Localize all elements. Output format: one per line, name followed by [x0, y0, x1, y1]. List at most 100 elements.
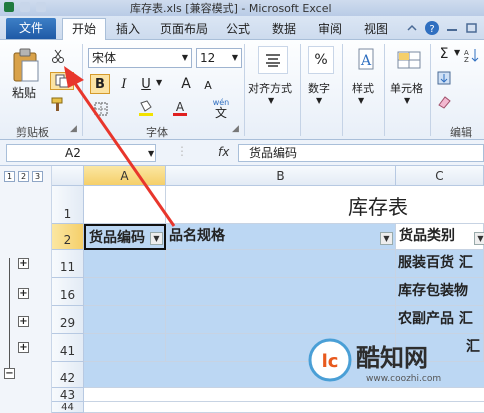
select-all-corner[interactable] [52, 166, 84, 186]
header-cell-c2[interactable]: 货品类别 [396, 224, 484, 250]
grow-font-button[interactable]: A [178, 74, 194, 94]
tab-data[interactable]: 数据 [272, 20, 296, 37]
styles-icon[interactable]: A [352, 46, 378, 74]
format-painter-icon[interactable] [50, 96, 66, 112]
excel-icon[interactable] [4, 2, 14, 12]
copy-icon[interactable] [50, 72, 74, 90]
cell-c11[interactable]: 服装百货 汇 [396, 250, 484, 278]
fx-icon[interactable]: fx [218, 145, 229, 159]
row-header-2[interactable]: 2 [52, 224, 84, 250]
row-header-11[interactable]: 11 [52, 250, 84, 278]
header-cell-b2[interactable]: 品名规格 [166, 224, 396, 250]
chevron-down-icon[interactable]: ▼ [404, 96, 410, 105]
row-header-1[interactable]: 1 [52, 186, 84, 224]
chevron-down-icon[interactable]: ▼ [156, 78, 162, 87]
sort-icon[interactable]: AZ [462, 46, 480, 64]
outline-level-3[interactable]: 3 [32, 171, 43, 182]
percent-icon[interactable]: % [308, 46, 334, 74]
sum-icon[interactable]: Σ [436, 46, 452, 62]
chevron-down-icon[interactable]: ▼ [268, 96, 274, 105]
column-header-a[interactable]: A [84, 166, 166, 186]
clear-icon[interactable] [436, 94, 452, 110]
cells-icon[interactable] [394, 46, 424, 74]
row-header-43[interactable]: 43 [52, 388, 84, 402]
clipboard-group-label: 剪贴板 [16, 126, 49, 139]
font-size-value: 12 [200, 51, 216, 65]
paste-icon[interactable] [8, 46, 44, 86]
filter-dropdown-icon[interactable]: ▼ [150, 232, 163, 245]
row-header-16[interactable]: 16 [52, 278, 84, 306]
cell-b16[interactable] [166, 278, 396, 306]
font-name-select[interactable]: 宋体 ▼ [88, 48, 192, 68]
cell-row-44[interactable] [84, 402, 484, 413]
cells-group-label[interactable]: 单元格 [390, 80, 423, 96]
chevron-down-icon: ▼ [181, 53, 188, 62]
phonetic-char: 文 [214, 105, 227, 120]
filter-dropdown-icon[interactable]: ▼ [474, 232, 484, 245]
fill-color-icon[interactable] [136, 98, 156, 118]
fill-icon[interactable] [436, 70, 452, 86]
font-launcher-icon[interactable]: ◢ [232, 124, 239, 134]
chevron-down-icon[interactable]: ▼ [358, 96, 364, 105]
row-header-41[interactable]: 41 [52, 334, 84, 362]
group-separator [244, 44, 245, 136]
tab-view[interactable]: 视图 [364, 20, 388, 37]
alignment-group-label[interactable]: 对齐方式 [248, 80, 292, 96]
shrink-font-button[interactable]: A [200, 76, 216, 94]
font-name-value: 宋体 [92, 51, 117, 65]
styles-group-label[interactable]: 样式 [352, 80, 374, 96]
phonetic-button[interactable]: wén 文 [206, 98, 236, 120]
expand-group-button[interactable]: + [18, 258, 29, 269]
clipboard-launcher-icon[interactable]: ◢ [70, 124, 77, 134]
underline-button[interactable]: U [138, 74, 154, 94]
align-icon[interactable] [258, 46, 288, 74]
minimize-ribbon-icon[interactable] [404, 20, 420, 36]
cell-a29[interactable] [84, 306, 166, 334]
filter-dropdown-icon[interactable]: ▼ [380, 232, 393, 245]
tab-formulas[interactable]: 公式 [226, 20, 250, 37]
help-icon[interactable]: ? [424, 20, 440, 36]
window-restore-icon[interactable] [464, 20, 480, 36]
cell-b11[interactable] [166, 250, 396, 278]
bold-button[interactable]: B [90, 74, 110, 94]
cell-a16[interactable] [84, 278, 166, 306]
undo-icon[interactable] [36, 2, 46, 12]
outline-level-2[interactable]: 2 [18, 171, 29, 182]
font-size-select[interactable]: 12 ▼ [196, 48, 242, 68]
tab-review[interactable]: 审阅 [318, 20, 342, 37]
cell-c16[interactable]: 库存包装物 [396, 278, 484, 306]
italic-button[interactable]: I [116, 74, 132, 94]
collapse-group-button[interactable]: − [4, 368, 15, 379]
expand-group-button[interactable]: + [18, 288, 29, 299]
outline-level-1[interactable]: 1 [4, 171, 15, 182]
cell-a1[interactable] [84, 186, 166, 224]
expand-group-button[interactable]: + [18, 316, 29, 327]
row-header-29[interactable]: 29 [52, 306, 84, 334]
chevron-down-icon[interactable]: ▼ [148, 149, 154, 158]
borders-icon[interactable] [92, 100, 110, 118]
tab-page-layout[interactable]: 页面布局 [160, 20, 208, 37]
cell-a41[interactable] [84, 334, 166, 362]
formula-input[interactable]: 货品编码 [238, 144, 484, 162]
cell-a11[interactable] [84, 250, 166, 278]
row-header-42[interactable]: 42 [52, 362, 84, 388]
watermark-url: www.coozhi.com [366, 374, 442, 384]
chevron-down-icon[interactable]: ▼ [316, 96, 322, 105]
row-header-44[interactable]: 44 [52, 402, 84, 413]
svg-text:lc: lc [322, 351, 339, 372]
tab-insert[interactable]: 插入 [116, 20, 140, 37]
column-header-b[interactable]: B [166, 166, 396, 186]
window-minimize-icon[interactable] [444, 20, 460, 36]
cut-icon[interactable] [50, 48, 66, 64]
tab-file[interactable]: 文件 [6, 18, 56, 39]
expand-group-button[interactable]: + [18, 342, 29, 353]
sheet-title[interactable]: 库存表 [166, 186, 484, 224]
name-box[interactable]: A2 [6, 144, 156, 162]
group-separator [82, 44, 83, 136]
column-header-c[interactable]: C [396, 166, 484, 186]
font-color-icon[interactable]: A [170, 98, 190, 118]
number-group-label[interactable]: 数字 [308, 80, 330, 96]
chevron-down-icon[interactable]: ▼ [454, 48, 460, 57]
save-icon[interactable] [20, 2, 30, 12]
tab-home[interactable]: 开始 [62, 18, 106, 41]
